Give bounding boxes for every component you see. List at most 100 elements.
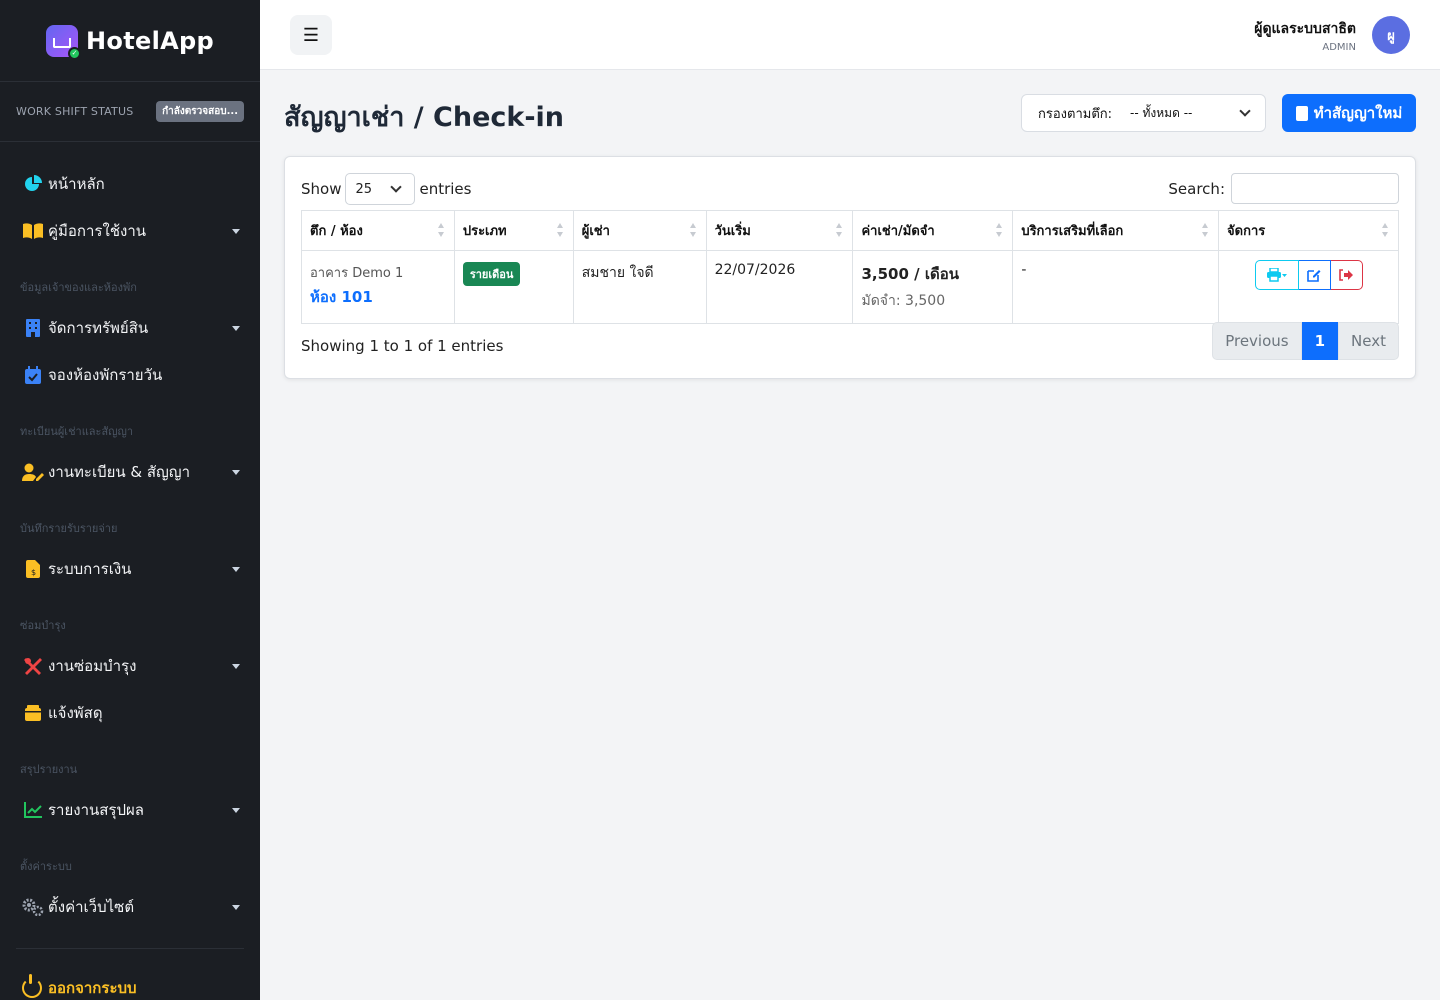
sidebar-nav: หน้าหลัก คู่มือการใช้งาน ข้อมูลเจ้าของแล… xyxy=(0,142,260,1000)
column-header-actions[interactable]: จัดการ xyxy=(1218,210,1399,251)
brand[interactable]: ✓ HotelApp xyxy=(0,0,260,82)
book-icon xyxy=(22,220,44,242)
new-contract-button[interactable]: ทำสัญญาใหม่ xyxy=(1282,94,1416,132)
sidebar-item-reports[interactable]: รายงานสรุปผล xyxy=(0,786,260,833)
deposit-amount: มัดจำ: 3,500 xyxy=(861,293,946,309)
column-header-type[interactable]: ประเภท xyxy=(453,210,574,251)
sidebar-item-parcel[interactable]: แจ้งพัสดุ xyxy=(0,689,260,736)
column-header-start[interactable]: วันเริ่ม xyxy=(705,210,854,251)
page-title: สัญญาเช่า / Check-in xyxy=(284,102,565,133)
nav-section-header: บันทึกรายรับรายจ่าย xyxy=(20,522,118,535)
column-label: ผู้เช่า xyxy=(581,224,610,239)
sidebar-item-finance[interactable]: $ ระบบการเงิน xyxy=(0,545,260,592)
sidebar-item-dashboard[interactable]: หน้าหลัก xyxy=(0,160,260,207)
sidebar-item-label: ตั้งค่าเว็บไซต์ xyxy=(48,897,135,916)
search-label: Search: xyxy=(1168,179,1225,198)
user-menu[interactable]: ผู้ดูแลระบบสาธิต ADMIN ผู xyxy=(1254,16,1410,54)
sort-icon xyxy=(996,223,1003,237)
building-icon xyxy=(22,317,44,339)
contracts-table: ตึก / ห้อง ประเภท ผู้เช่า วันเริ่ม ค่าเช… xyxy=(301,210,1399,324)
cell-actions xyxy=(1218,250,1399,324)
column-label: วันเริ่ม xyxy=(714,224,751,239)
hamburger-icon: ☰ xyxy=(302,24,320,45)
sidebar-divider xyxy=(16,948,244,949)
sidebar-item-registration[interactable]: งานทะเบียน & สัญญา xyxy=(0,448,260,495)
sort-icon xyxy=(836,223,843,237)
sidebar-item-label: จัดการทรัพย์สิน xyxy=(48,318,149,337)
user-role: ADMIN xyxy=(1322,41,1356,53)
sort-icon xyxy=(437,223,444,237)
chevron-down-icon xyxy=(232,566,240,572)
sidebar-toggle-button[interactable]: ☰ xyxy=(290,15,332,55)
logout-button[interactable]: ออกจากระบบ xyxy=(0,963,260,1000)
table-row: อาคาร Demo 1 ห้อง 101 รายเดือน สมชาย ใจด… xyxy=(301,250,1399,324)
column-header-services[interactable]: บริการเสริมที่เลือก xyxy=(1012,210,1220,251)
calendar-icon xyxy=(22,364,44,386)
chevron-down-icon xyxy=(1239,105,1251,117)
shift-status-badge: กำลังตรวจสอบ... xyxy=(156,101,244,122)
rent-amount: 3,500 / เดือน xyxy=(861,265,959,283)
pagination-page-1[interactable]: 1 xyxy=(1301,322,1339,360)
contract-type-badge: รายเดือน xyxy=(462,262,521,286)
box-icon xyxy=(22,702,44,724)
tools-icon xyxy=(22,655,44,677)
building-filter-select[interactable]: กรองตามตึก: -- ทั้งหมด -- xyxy=(1021,94,1266,132)
search-input[interactable] xyxy=(1231,173,1399,204)
sidebar-item-maintenance[interactable]: งานซ่อมบำรุง xyxy=(0,642,260,689)
sort-icon xyxy=(556,223,563,237)
sidebar-item-manual[interactable]: คู่มือการใช้งาน xyxy=(0,207,260,254)
column-header-tenant[interactable]: ผู้เช่า xyxy=(572,210,707,251)
user-info: ผู้ดูแลระบบสาธิต ADMIN xyxy=(1254,18,1356,53)
column-header-rent[interactable]: ค่าเช่า/มัดจำ xyxy=(852,210,1014,251)
nav-section-header: ทะเบียนผู้เช่าและสัญญา xyxy=(20,425,134,438)
checkout-button[interactable] xyxy=(1330,260,1363,290)
chevron-down-icon xyxy=(232,469,240,475)
avatar[interactable]: ผู xyxy=(1372,16,1410,54)
sidebar-item-settings[interactable]: ตั้งค่าเว็บไซต์ xyxy=(0,883,260,930)
chevron-down-icon xyxy=(232,325,240,331)
edit-button[interactable] xyxy=(1298,260,1331,290)
pagination-next[interactable]: Next xyxy=(1338,322,1399,360)
invoice-icon: $ xyxy=(22,558,44,580)
column-label: ค่าเช่า/มัดจำ xyxy=(861,224,935,239)
app-name: HotelApp xyxy=(86,26,214,55)
sidebar-item-label: งานทะเบียน & สัญญา xyxy=(48,462,191,481)
show-label: Show xyxy=(301,180,342,198)
sidebar: ✓ HotelApp WORK SHIFT STATUS กำลังตรวจสอ… xyxy=(0,0,260,1000)
line-chart-icon xyxy=(22,799,44,821)
cell-type: รายเดือน xyxy=(453,250,574,324)
cell-services: - xyxy=(1012,250,1220,324)
sidebar-item-label: แจ้งพัสดุ xyxy=(48,703,103,722)
row-action-group xyxy=(1227,260,1390,290)
sidebar-item-label: ระบบการเงิน xyxy=(48,559,132,578)
page-length-select[interactable]: 25 xyxy=(345,173,416,205)
gears-icon xyxy=(22,896,44,918)
sort-icon xyxy=(689,223,696,237)
table-info: Showing 1 to 1 of 1 entries xyxy=(301,337,504,355)
user-name: ผู้ดูแลระบบสาธิต xyxy=(1254,20,1356,37)
chevron-down-icon xyxy=(232,904,240,910)
user-edit-icon xyxy=(22,461,44,483)
work-shift-status: WORK SHIFT STATUS กำลังตรวจสอบ... xyxy=(0,82,260,142)
logout-label: ออกจากระบบ xyxy=(48,979,137,997)
table-search: Search: xyxy=(1168,173,1399,204)
room-link[interactable]: ห้อง 101 xyxy=(310,285,446,309)
column-label: บริการเสริมที่เลือก xyxy=(1021,224,1124,239)
new-contract-label: ทำสัญญาใหม่ xyxy=(1313,105,1403,122)
chevron-down-icon xyxy=(232,663,240,669)
column-header-room[interactable]: ตึก / ห้อง xyxy=(301,210,455,251)
pie-chart-icon xyxy=(22,173,44,195)
filter-value: -- ทั้งหมด -- xyxy=(1130,105,1193,120)
column-label: ประเภท xyxy=(462,224,507,239)
sidebar-item-property[interactable]: จัดการทรัพย์สิน xyxy=(0,304,260,351)
pagination-previous[interactable]: Previous xyxy=(1212,322,1302,360)
power-icon xyxy=(22,974,42,998)
edit-icon xyxy=(1307,270,1321,282)
filter-label: กรองตามตึก: xyxy=(1038,106,1113,122)
sidebar-item-label: รายงานสรุปผล xyxy=(48,800,144,819)
building-name: อาคาร Demo 1 xyxy=(310,266,404,281)
print-dropdown-button[interactable] xyxy=(1254,260,1299,290)
cell-tenant: สมชาย ใจดี xyxy=(572,250,707,324)
sidebar-item-label: งานซ่อมบำรุง xyxy=(48,656,137,675)
sidebar-item-daily-booking[interactable]: จองห้องพักรายวัน xyxy=(0,351,260,398)
